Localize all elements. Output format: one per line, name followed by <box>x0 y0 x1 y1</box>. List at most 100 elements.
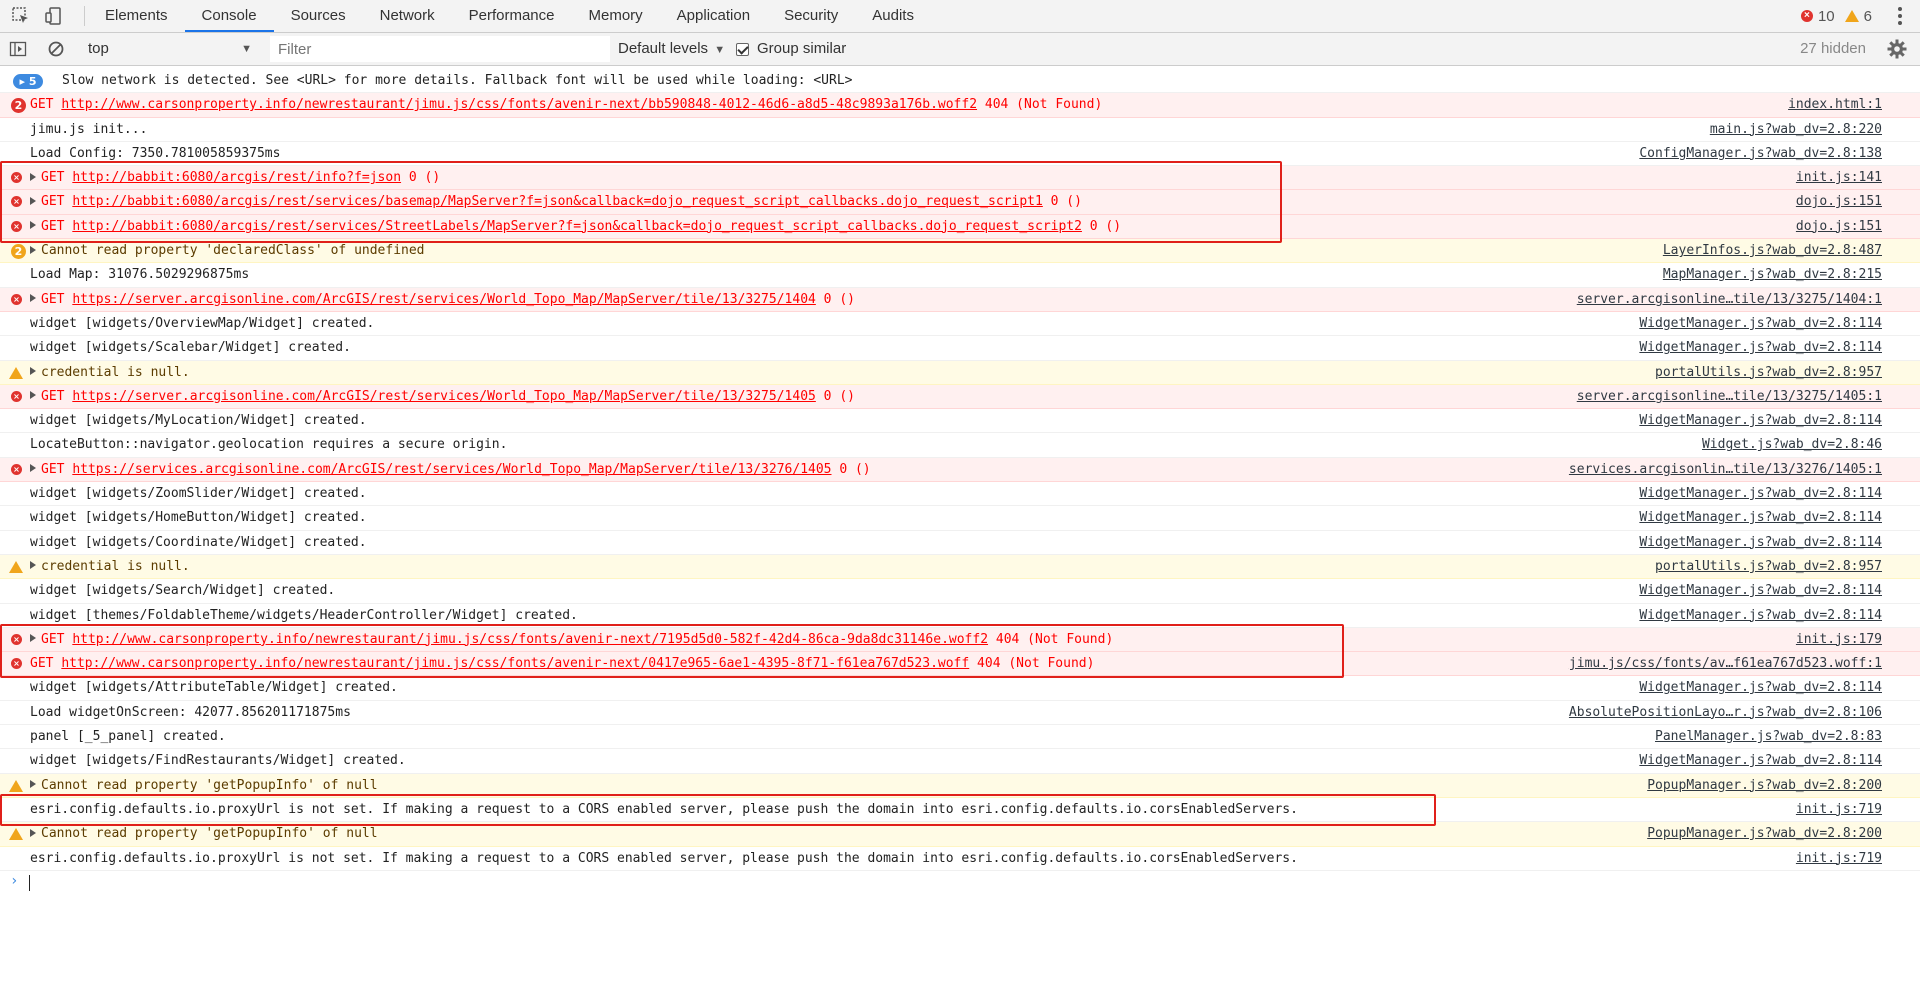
console-message-error[interactable]: × GET http://www.carsonproperty.info/newr… <box>0 652 1920 677</box>
expand-triangle-icon[interactable] <box>30 780 36 789</box>
console-message-log[interactable]: Load widgetOnScreen: 42077.856201171875m… <box>0 701 1920 726</box>
console-message-info[interactable]: ▸ 5 Slow network is detected. See <URL> f… <box>0 69 1920 94</box>
tab-audits[interactable]: Audits <box>855 0 931 32</box>
inspect-element-icon[interactable] <box>9 4 33 28</box>
console-message-error[interactable]: × GET http://www.carsonproperty.info/newr… <box>0 627 1920 653</box>
console-message-warning[interactable]: Cannot read property 'getPopupInfo' of n… <box>0 773 1920 798</box>
console-message-log[interactable]: widget [widgets/Scalebar/Widget] created… <box>0 336 1920 361</box>
source-location-link[interactable]: MapManager.js?wab_dv=2.8:215 <box>1663 263 1882 287</box>
console-message-log[interactable]: widget [widgets/Coordinate/Widget] creat… <box>0 531 1920 555</box>
request-url-link[interactable]: http://babbit:6080/arcgis/rest/services/… <box>72 219 1082 234</box>
source-location-link[interactable]: WidgetManager.js?wab_dv=2.8:114 <box>1639 531 1882 555</box>
source-location-link[interactable]: PopupManager.js?wab_dv=2.8:200 <box>1647 774 1882 798</box>
source-location-link[interactable]: PanelManager.js?wab_dv=2.8:83 <box>1655 725 1882 749</box>
source-location-link[interactable]: WidgetManager.js?wab_dv=2.8:114 <box>1639 749 1882 773</box>
log-levels-dropdown[interactable]: Default levels ▼ <box>618 36 725 62</box>
console-message-warning[interactable]: credential is null. portalUtils.js?wab_dv… <box>0 360 1920 385</box>
tab-elements[interactable]: Elements <box>88 0 185 32</box>
request-url-link[interactable]: http://www.carsonproperty.info/newrestau… <box>61 97 977 112</box>
expand-triangle-icon[interactable] <box>30 221 36 230</box>
console-message-log[interactable]: widget [widgets/HomeButton/Widget] creat… <box>0 506 1920 531</box>
source-location-link[interactable]: init.js:719 <box>1796 798 1882 822</box>
tab-memory[interactable]: Memory <box>572 0 660 32</box>
expand-triangle-icon[interactable] <box>30 561 36 570</box>
source-location-link[interactable]: AbsolutePositionLayo…r.js?wab_dv=2.8:106 <box>1569 701 1882 725</box>
source-location-link[interactable]: init.js:719 <box>1796 847 1882 871</box>
console-message-error[interactable]: × GET http://babbit:6080/arcgis/rest/serv… <box>0 190 1920 215</box>
console-message-log[interactable]: widget [widgets/MyLocation/Widget] creat… <box>0 409 1920 434</box>
source-location-link[interactable]: server.arcgisonline…tile/13/3275/1404:1 <box>1577 288 1882 312</box>
expand-triangle-icon[interactable] <box>30 464 36 473</box>
console-message-warning[interactable]: Cannot read property 'getPopupInfo' of n… <box>0 822 1920 847</box>
console-message-error[interactable]: × GET https://services.arcgisonline.com/A… <box>0 457 1920 483</box>
source-location-link[interactable]: portalUtils.js?wab_dv=2.8:957 <box>1655 555 1882 579</box>
source-location-link[interactable]: WidgetManager.js?wab_dv=2.8:114 <box>1639 482 1882 506</box>
source-location-link[interactable]: server.arcgisonline…tile/13/3275/1405:1 <box>1577 385 1882 409</box>
gear-icon[interactable] <box>1886 38 1908 60</box>
console-message-log[interactable]: widget [widgets/OverviewMap/Widget] crea… <box>0 312 1920 337</box>
console-message-log[interactable]: panel [_5_panel] created. PanelManager.js… <box>0 725 1920 750</box>
source-location-link[interactable]: WidgetManager.js?wab_dv=2.8:114 <box>1639 506 1882 530</box>
tab-performance[interactable]: Performance <box>452 0 572 32</box>
source-location-link[interactable]: index.html:1 <box>1788 93 1882 117</box>
console-message-log[interactable]: Load Map: 31076.5029296875ms MapManager.j… <box>0 263 1920 288</box>
source-location-link[interactable]: portalUtils.js?wab_dv=2.8:957 <box>1655 361 1882 385</box>
console-message-log[interactable]: Load Config: 7350.781005859375ms ConfigMa… <box>0 142 1920 167</box>
request-url-link[interactable]: http://babbit:6080/arcgis/rest/services/… <box>72 194 1043 209</box>
tab-application[interactable]: Application <box>660 0 767 32</box>
source-location-link[interactable]: WidgetManager.js?wab_dv=2.8:114 <box>1639 312 1882 336</box>
context-selector[interactable]: top ▼ <box>80 36 258 62</box>
source-location-link[interactable]: WidgetManager.js?wab_dv=2.8:114 <box>1639 336 1882 360</box>
tab-network[interactable]: Network <box>363 0 452 32</box>
request-url-link[interactable]: http://www.carsonproperty.info/newrestau… <box>72 632 988 647</box>
console-message-log[interactable]: esri.config.defaults.io.proxyUrl is not … <box>0 798 1920 823</box>
expand-triangle-icon[interactable] <box>30 172 36 181</box>
show-sidebar-icon[interactable] <box>6 37 30 61</box>
tab-console[interactable]: Console <box>184 0 274 32</box>
source-location-link[interactable]: WidgetManager.js?wab_dv=2.8:114 <box>1639 409 1882 433</box>
console-message-log[interactable]: widget [themes/FoldableTheme/widgets/Hea… <box>0 604 1920 628</box>
source-location-link[interactable]: dojo.js:151 <box>1796 215 1882 239</box>
source-location-link[interactable]: init.js:141 <box>1796 166 1882 190</box>
expand-triangle-icon[interactable] <box>30 367 36 376</box>
source-location-link[interactable]: ConfigManager.js?wab_dv=2.8:138 <box>1639 142 1882 166</box>
clear-console-icon[interactable] <box>44 37 68 61</box>
source-location-link[interactable]: services.arcgisonlin…tile/13/3276/1405:1 <box>1569 458 1882 482</box>
console-message-log[interactable]: esri.config.defaults.io.proxyUrl is not … <box>0 847 1920 871</box>
expand-triangle-icon[interactable] <box>30 245 36 254</box>
source-location-link[interactable]: dojo.js:151 <box>1796 190 1882 214</box>
console-message-log[interactable]: widget [widgets/Search/Widget] created. W… <box>0 579 1920 604</box>
device-toolbar-icon[interactable] <box>42 4 66 28</box>
console-message-log[interactable]: widget [widgets/ZoomSlider/Widget] creat… <box>0 482 1920 507</box>
console-message-warning[interactable]: credential is null. portalUtils.js?wab_dv… <box>0 554 1920 580</box>
console-message-error[interactable]: × GET https://server.arcgisonline.com/Arc… <box>0 384 1920 410</box>
console-message-error[interactable]: × GET http://babbit:6080/arcgis/rest/serv… <box>0 214 1920 240</box>
source-location-link[interactable]: PopupManager.js?wab_dv=2.8:200 <box>1647 822 1882 846</box>
source-location-link[interactable]: WidgetManager.js?wab_dv=2.8:114 <box>1639 676 1882 700</box>
request-url-link[interactable]: http://babbit:6080/arcgis/rest/info?f=js… <box>72 170 401 185</box>
console-message-log[interactable]: widget [widgets/AttributeTable/Widget] c… <box>0 676 1920 701</box>
filter-input[interactable] <box>270 36 610 62</box>
expand-triangle-icon[interactable] <box>30 828 36 837</box>
console-message-log[interactable]: jimu.js init... main.js?wab_dv=2.8:220 <box>0 118 1920 142</box>
expand-triangle-icon[interactable] <box>30 634 36 643</box>
source-location-link[interactable]: LayerInfos.js?wab_dv=2.8:487 <box>1663 239 1882 263</box>
expand-triangle-icon[interactable] <box>30 196 36 205</box>
console-prompt[interactable]: › <box>0 873 1920 893</box>
expand-triangle-icon[interactable] <box>30 391 36 400</box>
more-options-icon[interactable] <box>1898 7 1902 25</box>
source-location-link[interactable]: main.js?wab_dv=2.8:220 <box>1710 118 1882 142</box>
console-message-error[interactable]: 2 GET http://www.carsonproperty.info/newr… <box>0 93 1920 118</box>
source-location-link[interactable]: jimu.js/css/fonts/av…f61ea767d523.woff:1 <box>1569 652 1882 676</box>
tab-security[interactable]: Security <box>767 0 855 32</box>
request-url-link[interactable]: http://www.carsonproperty.info/newrestau… <box>61 656 969 671</box>
console-message-log[interactable]: widget [widgets/FindRestaurants/Widget] … <box>0 749 1920 774</box>
request-url-link[interactable]: https://server.arcgisonline.com/ArcGIS/r… <box>72 389 816 404</box>
console-message-log[interactable]: LocateButton::navigator.geolocation requ… <box>0 433 1920 458</box>
source-location-link[interactable]: init.js:179 <box>1796 628 1882 652</box>
group-similar-toggle[interactable]: Group similar <box>736 36 846 62</box>
console-message-error[interactable]: × GET https://server.arcgisonline.com/Arc… <box>0 287 1920 312</box>
tab-sources[interactable]: Sources <box>274 0 363 32</box>
source-location-link[interactable]: Widget.js?wab_dv=2.8:46 <box>1702 433 1882 457</box>
request-url-link[interactable]: https://services.arcgisonline.com/ArcGIS… <box>72 462 831 477</box>
